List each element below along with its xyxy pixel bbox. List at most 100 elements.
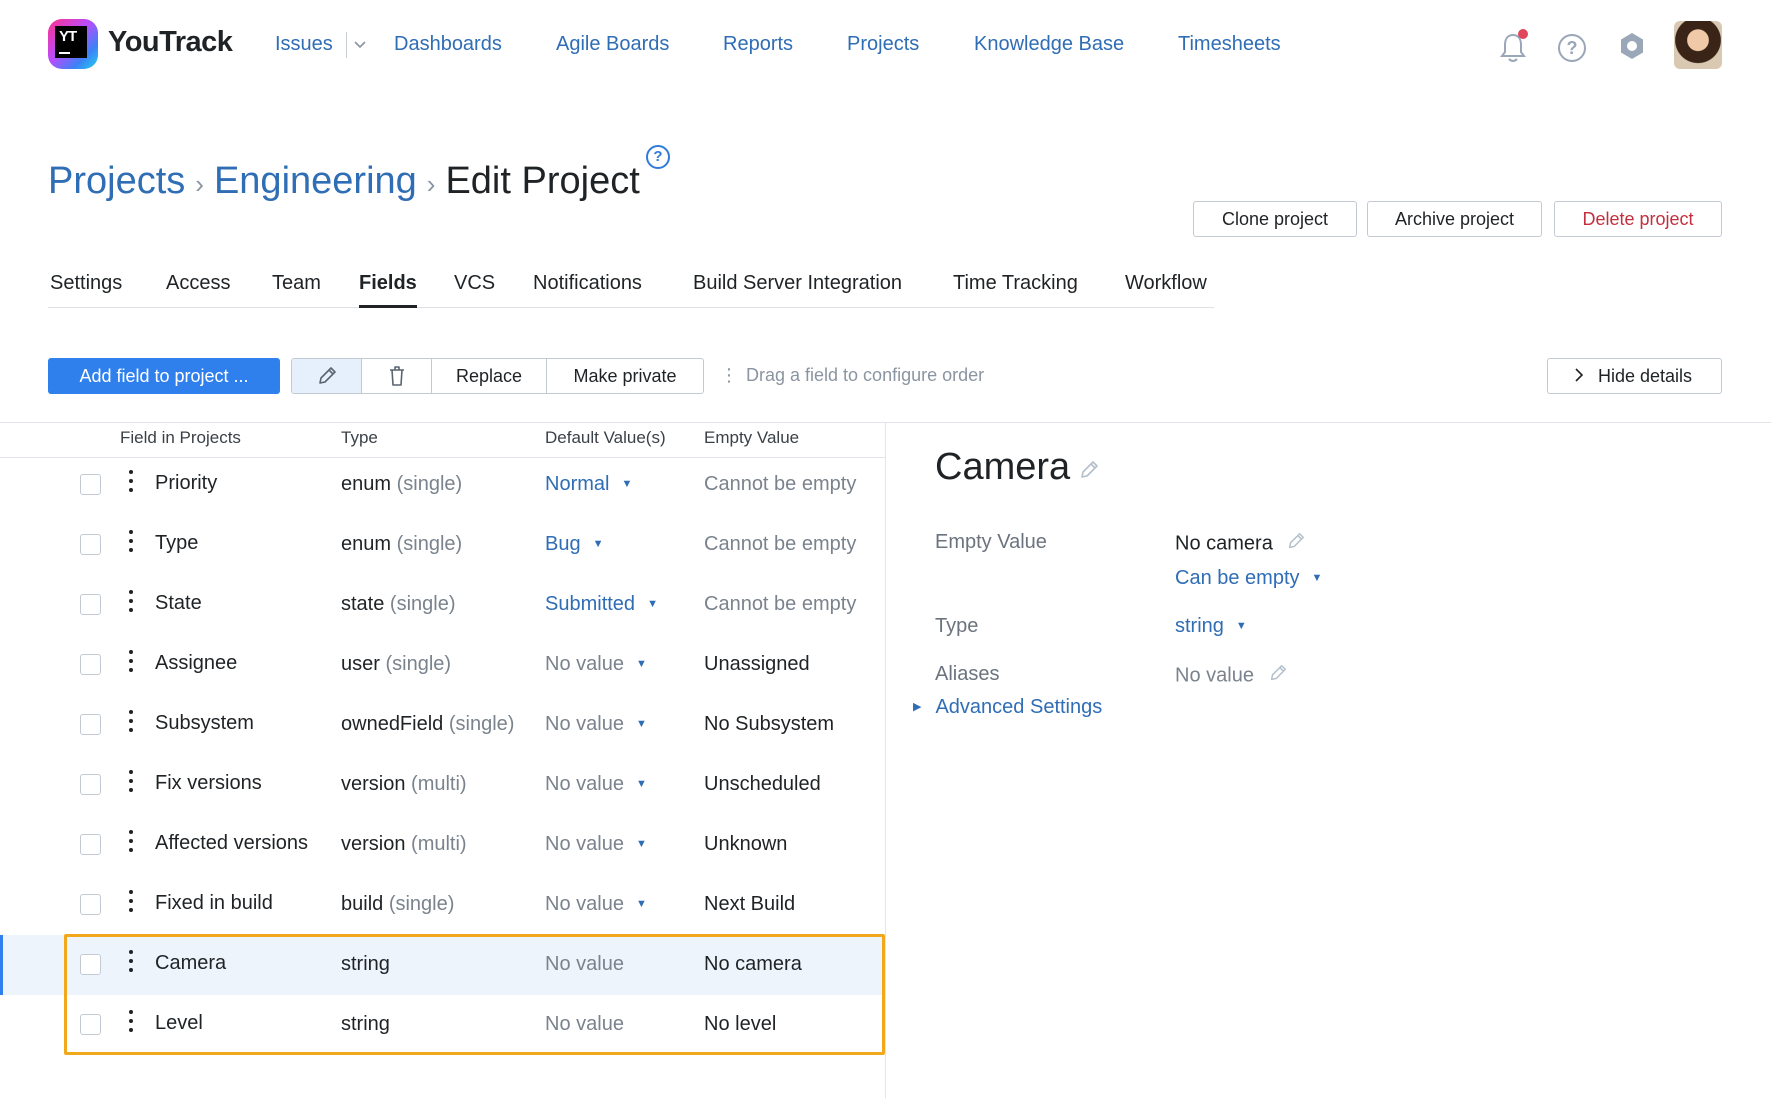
user-avatar[interactable] <box>1674 21 1722 69</box>
nav-timesheets[interactable]: Timesheets <box>1178 33 1281 56</box>
tab-fields[interactable]: Fields <box>359 272 417 308</box>
can-be-empty-dropdown[interactable]: Can be empty ▼ <box>1175 567 1322 590</box>
table-row[interactable]: Affected versions version (multi) No value… <box>0 815 885 875</box>
row-checkbox[interactable] <box>80 474 101 495</box>
table-row[interactable]: Camera string No value No camera <box>0 935 885 995</box>
table-row[interactable]: Type enum (single) Bug ▼ Cannot be empty <box>0 515 885 575</box>
archive-project-button[interactable]: Archive project <box>1367 201 1542 237</box>
notifications-bell-icon[interactable] <box>1498 29 1530 66</box>
table-row[interactable]: Priority enum (single) Normal ▼ Cannot be em… <box>0 455 885 515</box>
make-private-button[interactable]: Make private <box>547 359 703 393</box>
nav-agile-boards[interactable]: Agile Boards <box>556 33 669 56</box>
drag-handle-icon[interactable] <box>128 590 134 616</box>
drag-handle-icon[interactable] <box>128 710 134 736</box>
nav-knowledge-base[interactable]: Knowledge Base <box>974 33 1124 56</box>
tab-time-tracking[interactable]: Time Tracking <box>953 272 1078 295</box>
row-checkbox[interactable] <box>80 1014 101 1035</box>
field-type-modifier: (single) <box>385 653 452 675</box>
field-type-modifier: (single) <box>388 893 455 915</box>
default-value-dropdown[interactable]: Submitted ▼ <box>545 593 658 616</box>
default-value-dropdown[interactable]: No value ▼ <box>545 653 647 676</box>
youtrack-logo-icon[interactable]: YT <box>48 19 98 69</box>
brand-name[interactable]: YouTrack <box>108 26 233 59</box>
nav-dashboards[interactable]: Dashboards <box>394 33 502 56</box>
breadcrumb-engineering-link[interactable]: Engineering <box>214 160 417 202</box>
nav-projects[interactable]: Projects <box>847 33 919 56</box>
advanced-settings-toggle[interactable]: ▶ Advanced Settings <box>913 696 1102 719</box>
page-help-icon[interactable]: ? <box>646 145 670 169</box>
field-type-modifier: (multi) <box>411 833 467 855</box>
default-value-dropdown[interactable]: Bug ▼ <box>545 533 603 556</box>
edit-field-button[interactable] <box>292 359 362 393</box>
table-row[interactable]: Level string No value No level <box>0 995 885 1055</box>
field-name[interactable]: Type <box>155 532 198 555</box>
field-name[interactable]: Affected versions <box>155 832 308 855</box>
drag-handle-icon[interactable] <box>128 650 134 676</box>
row-checkbox[interactable] <box>80 594 101 615</box>
row-checkbox[interactable] <box>80 714 101 735</box>
row-checkbox[interactable] <box>80 774 101 795</box>
replace-button[interactable]: Replace <box>432 359 547 393</box>
field-name[interactable]: State <box>155 592 202 615</box>
field-type-modifier: (multi) <box>411 773 467 795</box>
field-name[interactable]: Fix versions <box>155 772 262 795</box>
drag-handle-icon[interactable] <box>128 890 134 916</box>
drag-handle-icon[interactable] <box>128 470 134 496</box>
nav-reports[interactable]: Reports <box>723 33 793 56</box>
default-value-dropdown[interactable]: Normal ▼ <box>545 473 632 496</box>
table-row[interactable]: State state (single) Submitted ▼ Cannot be e… <box>0 575 885 635</box>
tab-notifications[interactable]: Notifications <box>533 272 642 295</box>
default-value-text: No value <box>545 893 624 915</box>
tab-build-server-integration[interactable]: Build Server Integration <box>693 272 902 295</box>
aliases-field[interactable]: No value <box>1175 663 1288 689</box>
issues-dropdown-chevron-icon[interactable] <box>354 36 366 52</box>
clone-project-button[interactable]: Clone project <box>1193 201 1357 237</box>
row-checkbox[interactable] <box>80 894 101 915</box>
drag-handle-icon[interactable] <box>128 1010 134 1036</box>
add-field-to-project-button[interactable]: Add field to project ... <box>48 358 280 394</box>
aliases-value-text: No value <box>1175 664 1254 687</box>
type-dropdown[interactable]: string ▼ <box>1175 615 1247 638</box>
row-checkbox[interactable] <box>80 534 101 555</box>
tab-workflow[interactable]: Workflow <box>1125 272 1207 295</box>
edit-aliases-pencil-icon[interactable] <box>1268 663 1288 689</box>
field-type: enum (single) <box>341 473 462 496</box>
hide-details-button[interactable]: Hide details <box>1547 358 1722 394</box>
table-row[interactable]: Fixed in build build (single) No value ▼ Nex… <box>0 875 885 935</box>
field-name[interactable]: Subsystem <box>155 712 254 735</box>
dropdown-caret-icon: ▼ <box>621 478 633 490</box>
default-value-dropdown[interactable]: No value ▼ <box>545 713 647 736</box>
row-checkbox[interactable] <box>80 654 101 675</box>
tab-team[interactable]: Team <box>272 272 321 295</box>
nav-issues[interactable]: Issues <box>275 33 333 56</box>
top-navigation: YT YouTrack Issues Dashboards Agile Boar… <box>0 0 1771 92</box>
row-checkbox[interactable] <box>80 954 101 975</box>
tab-settings[interactable]: Settings <box>50 272 122 295</box>
field-name[interactable]: Assignee <box>155 652 237 675</box>
delete-field-button[interactable] <box>362 359 432 393</box>
edit-empty-value-pencil-icon[interactable] <box>1286 531 1306 557</box>
field-name[interactable]: Level <box>155 1012 203 1035</box>
delete-project-button[interactable]: Delete project <box>1554 201 1722 237</box>
administration-gear-icon[interactable] <box>1617 31 1647 61</box>
drag-handle-icon[interactable] <box>128 830 134 856</box>
help-icon[interactable]: ? <box>1558 34 1586 62</box>
default-value-dropdown[interactable]: No value ▼ <box>545 893 647 916</box>
drag-handle-icon[interactable] <box>128 950 134 976</box>
field-name[interactable]: Camera <box>155 952 226 975</box>
edit-name-pencil-icon[interactable] <box>1078 459 1100 486</box>
drag-handle-icon[interactable] <box>128 770 134 796</box>
table-row[interactable]: Assignee user (single) No value ▼ Unassigned <box>0 635 885 695</box>
table-row[interactable]: Fix versions version (multi) No value ▼ Unsc… <box>0 755 885 815</box>
default-value-dropdown[interactable]: No value ▼ <box>545 833 647 856</box>
drag-handle-icon[interactable] <box>128 530 134 556</box>
breadcrumb-projects-link[interactable]: Projects <box>48 160 185 202</box>
default-value-dropdown[interactable]: No value ▼ <box>545 773 647 796</box>
field-name[interactable]: Fixed in build <box>155 892 273 915</box>
table-row[interactable]: Subsystem ownedField (single) No value ▼ No … <box>0 695 885 755</box>
tab-access[interactable]: Access <box>166 272 230 295</box>
row-checkbox[interactable] <box>80 834 101 855</box>
empty-value-field[interactable]: No camera <box>1175 531 1306 557</box>
field-name[interactable]: Priority <box>155 472 217 495</box>
tab-vcs[interactable]: VCS <box>454 272 495 295</box>
